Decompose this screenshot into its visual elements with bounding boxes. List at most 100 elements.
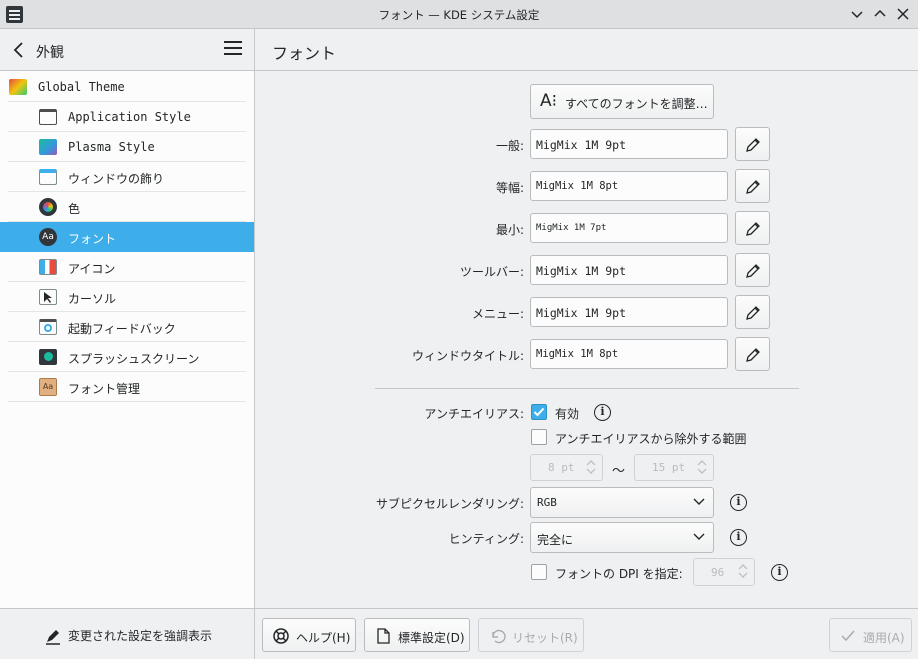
subpixel-info-icon[interactable]: i <box>730 494 747 511</box>
pencil-icon <box>746 306 760 320</box>
sidebar-title: 外観 <box>36 45 64 61</box>
subpixel-rendering-combobox[interactable]: RGB <box>530 487 714 518</box>
page-title: フォント <box>272 44 337 63</box>
splash-screen-icon <box>39 349 57 365</box>
sidebar-item-label: アイコン <box>68 262 116 276</box>
help-label: ヘルプ(H) <box>296 631 351 645</box>
defaults-button[interactable]: 標準設定(D) <box>364 618 470 652</box>
sidebar-item-label: 起動フィードバック <box>68 322 176 336</box>
plasma-style-icon <box>39 139 57 155</box>
sidebar-item-label: Application Style <box>68 110 191 124</box>
document-defaults-icon <box>377 628 390 644</box>
sidebar-item-label: Global Theme <box>38 80 125 94</box>
color-icon <box>39 198 57 216</box>
sidebar-item-label: カーソル <box>68 292 117 306</box>
antialias-enabled-checkbox[interactable] <box>531 404 547 420</box>
sidebar-item-label: ウィンドウの飾り <box>68 172 165 186</box>
dpi-info-icon[interactable]: i <box>771 564 788 581</box>
antialias-enabled-label: 有効 <box>555 407 580 421</box>
maximize-button[interactable] <box>870 4 890 24</box>
font-toolbar-value: MigMix 1M 9pt <box>536 264 627 278</box>
spin-arrows-icon <box>697 460 707 474</box>
checkmark-icon <box>841 630 855 642</box>
sidebar-list: Global Theme Application Style Plasma St… <box>0 72 254 402</box>
reset-label: リセット(R) <box>512 631 578 645</box>
subpixel-rendering-label: サブピクセルレンダリング: <box>375 497 524 511</box>
reset-button[interactable]: リセット(R) <box>478 618 584 652</box>
font-small-edit-button[interactable] <box>735 211 770 245</box>
sidebar-item-label: フォント <box>68 232 117 246</box>
apply-label: 適用(A) <box>863 631 905 645</box>
exclude-range-from-spinbox: 8 pt <box>530 454 603 481</box>
font-management-icon: Aa <box>39 378 57 396</box>
adjust-all-fonts-label: すべてのフォントを調整… <box>565 97 708 111</box>
dpi-value: 96 <box>711 566 725 579</box>
sidebar-item-global-theme[interactable]: Global Theme <box>0 72 254 102</box>
sidebar-item-icons[interactable]: アイコン <box>0 252 254 282</box>
font-toolbar-edit-button[interactable] <box>735 253 770 287</box>
sidebar-item-fonts[interactable]: Aa フォント <box>0 222 254 252</box>
chevron-down-icon <box>693 533 705 540</box>
font-window-title-value: MigMix 1M 8pt <box>536 348 619 360</box>
sidebar-item-window-decorations[interactable]: ウィンドウの飾り <box>0 162 254 192</box>
font-general-field: MigMix 1M 9pt <box>530 129 728 159</box>
adjust-all-fonts-button[interactable]: A⁝ すべてのフォントを調整… <box>530 84 714 119</box>
font-fixed-label: 等幅: <box>495 181 524 195</box>
antialias-info-icon[interactable]: i <box>594 404 611 421</box>
hamburger-menu-icon[interactable] <box>224 41 242 59</box>
sidebar-item-label: Plasma Style <box>68 140 155 154</box>
sidebar-item-label: 色 <box>68 202 81 216</box>
chevron-down-icon <box>693 498 705 505</box>
footer-bar: ヘルプ(H) 標準設定(D) リセット(R) 適用(A) <box>255 608 918 659</box>
font-window-title-edit-button[interactable] <box>735 337 770 371</box>
force-dpi-checkbox[interactable] <box>531 564 547 580</box>
force-dpi-label: フォントの DPI を指定: <box>555 567 683 581</box>
close-icon <box>897 8 909 20</box>
global-theme-icon <box>9 79 27 95</box>
minimize-button[interactable] <box>847 4 867 24</box>
sidebar-header: 外観 <box>0 29 254 71</box>
highlighter-icon <box>46 630 60 645</box>
sidebar-item-splash-screen[interactable]: スプラッシュスクリーン <box>0 342 254 372</box>
font-icon: Aa <box>39 228 57 246</box>
sidebar-item-font-management[interactable]: Aa フォント管理 <box>0 372 254 402</box>
font-small-field: MigMix 1M 7pt <box>530 213 728 243</box>
sidebar-item-application-style[interactable]: Application Style <box>0 102 254 132</box>
hinting-info-icon[interactable]: i <box>730 529 747 546</box>
pencil-icon <box>746 348 760 362</box>
sidebar-item-cursors[interactable]: カーソル <box>0 282 254 312</box>
pencil-icon <box>746 180 760 194</box>
font-window-title-field: MigMix 1M 8pt <box>530 339 728 369</box>
apply-button[interactable]: 適用(A) <box>829 618 912 652</box>
font-toolbar-field: MigMix 1M 9pt <box>530 255 728 285</box>
font-fixed-edit-button[interactable] <box>735 169 770 203</box>
sidebar-item-plasma-style[interactable]: Plasma Style <box>0 132 254 162</box>
sidebar-item-launch-feedback[interactable]: 起動フィードバック <box>0 312 254 342</box>
font-adjust-icon: A⁝ <box>540 91 558 111</box>
chevron-down-icon <box>851 11 863 19</box>
icons-icon <box>39 259 57 275</box>
sidebar: 外観 Global Theme Application Style Plasma… <box>0 29 255 659</box>
sidebar-item-label: フォント管理 <box>68 382 141 396</box>
font-small-value: MigMix 1M 7pt <box>536 223 607 233</box>
application-style-icon <box>39 109 57 125</box>
checkmark-icon <box>533 407 545 417</box>
pencil-icon <box>746 264 760 278</box>
back-arrow-icon[interactable] <box>10 41 28 59</box>
hinting-combobox[interactable]: 完全に <box>530 522 714 553</box>
exclude-range-to-value: 15 pt <box>652 461 686 474</box>
launch-feedback-icon <box>39 319 57 335</box>
separator <box>375 388 799 389</box>
close-button[interactable] <box>893 4 913 24</box>
window-decoration-icon <box>39 169 57 185</box>
font-menu-edit-button[interactable] <box>735 295 770 329</box>
font-menu-label: メニュー: <box>471 307 524 321</box>
antialias-exclude-label: アンチエイリアスから除外する範囲 <box>555 432 747 446</box>
font-general-edit-button[interactable] <box>735 127 770 161</box>
help-button[interactable]: ヘルプ(H) <box>262 618 356 652</box>
font-menu-field: MigMix 1M 9pt <box>530 297 728 327</box>
antialias-exclude-checkbox[interactable] <box>531 429 547 445</box>
sidebar-footer: 変更された設定を強調表示 <box>0 608 254 659</box>
sidebar-item-colors[interactable]: 色 <box>0 192 254 222</box>
hinting-label: ヒンティング: <box>448 532 524 546</box>
